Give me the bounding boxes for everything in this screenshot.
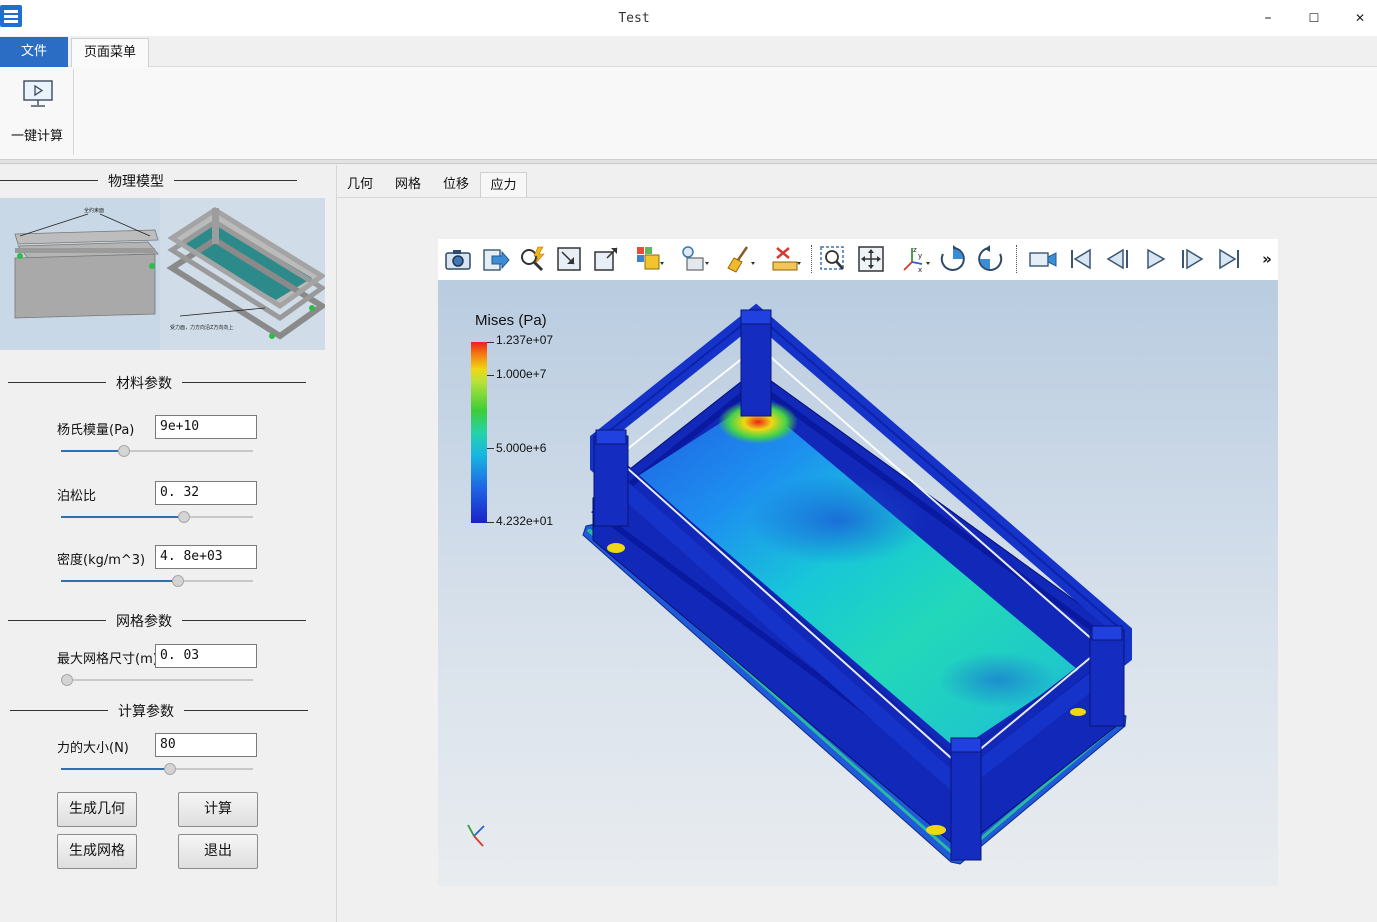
- orientation-axes-icon: [467, 824, 485, 847]
- menu-file[interactable]: 文件: [0, 37, 68, 67]
- maximize-button[interactable]: ☐: [1291, 4, 1337, 32]
- mesh-params-title: 网格参数: [106, 611, 182, 631]
- rotate-cw-icon[interactable]: [938, 244, 968, 274]
- force-input[interactable]: 80: [155, 733, 257, 757]
- slider-handle[interactable]: [172, 575, 185, 587]
- thumbnail-bottom-note: 受力面，力方向沿Z方向向上: [170, 324, 233, 331]
- poisson-ratio-input[interactable]: 0. 32: [155, 481, 257, 505]
- force-label: 力的大小(N): [57, 741, 129, 756]
- app-window: Test – ☐ ✕ 文件 页面菜单 一键计算 物理模型 全约束面 受力面，力方…: [0, 0, 1377, 922]
- axes-icon[interactable]: z y x: [900, 244, 930, 274]
- ribbon-separator: [73, 69, 74, 155]
- force-slider[interactable]: [61, 762, 253, 776]
- minimize-button[interactable]: –: [1245, 4, 1291, 32]
- slider-handle[interactable]: [118, 445, 131, 457]
- svg-text:y: y: [918, 252, 922, 260]
- render-toolbar: z y x »: [438, 239, 1278, 280]
- slider-handle[interactable]: [60, 674, 73, 686]
- parameter-panel: 物理模型 全约束面 受力面，力方向沿Z方向向上 材料参数 杨氏模量(Pa) 9e…: [0, 165, 336, 922]
- tab-displacement[interactable]: 位移: [433, 172, 479, 198]
- ribbon: 一键计算: [0, 67, 1377, 160]
- one-click-compute-label: 一键计算: [10, 129, 63, 144]
- ruler-icon[interactable]: [771, 244, 801, 274]
- mesh-params-header: 网格参数: [8, 611, 308, 631]
- zoom-box-icon[interactable]: [818, 244, 848, 274]
- compute-params-header: 计算参数: [10, 701, 310, 721]
- render-viewport[interactable]: Mises (Pa) 1.237e+07 1.000e+7 5.000e+6 4…: [438, 280, 1278, 886]
- density-label: 密度(kg/m^3): [57, 553, 146, 568]
- camera-record-icon[interactable]: [1028, 244, 1058, 274]
- max-mesh-size-input[interactable]: 0. 03: [155, 644, 257, 668]
- lighting-icon[interactable]: [679, 244, 709, 274]
- youngs-modulus-input[interactable]: 9e+10: [155, 415, 257, 439]
- poisson-ratio-label: 泊松比: [57, 489, 97, 504]
- max-mesh-size-slider[interactable]: [60, 673, 253, 687]
- one-click-compute-button[interactable]: 一键计算: [4, 73, 70, 144]
- clear-icon[interactable]: [725, 244, 755, 274]
- first-frame-icon[interactable]: [1066, 244, 1096, 274]
- youngs-modulus-slider[interactable]: [61, 444, 253, 458]
- physical-model-header: 物理模型: [0, 171, 300, 191]
- query-icon[interactable]: [517, 244, 547, 274]
- menu-page-tab[interactable]: 页面菜单: [71, 38, 149, 68]
- compute-button[interactable]: 计算: [178, 792, 258, 827]
- model-thumbnail-image: 全约束面 受力面，力方向沿Z方向向上: [0, 198, 325, 350]
- monitor-play-icon: [23, 80, 53, 107]
- slider-handle[interactable]: [177, 511, 190, 523]
- prev-frame-icon[interactable]: [1103, 244, 1133, 274]
- tab-mesh[interactable]: 网格: [385, 172, 431, 198]
- generate-geometry-button[interactable]: 生成几何: [57, 792, 137, 827]
- stress-model-render: [467, 303, 1132, 865]
- play-icon[interactable]: [1140, 244, 1170, 274]
- thumbnail-top-note: 全约束面: [84, 207, 104, 214]
- ribbon-border: [0, 160, 1377, 164]
- last-frame-icon[interactable]: [1214, 244, 1244, 274]
- close-button[interactable]: ✕: [1337, 4, 1377, 32]
- slider-handle[interactable]: [164, 763, 177, 775]
- exit-button[interactable]: 退出: [178, 834, 258, 869]
- physical-model-title: 物理模型: [98, 171, 174, 191]
- poisson-ratio-slider[interactable]: [61, 510, 253, 524]
- svg-text:x: x: [918, 266, 922, 274]
- tab-stress[interactable]: 应力: [480, 172, 527, 198]
- physical-model-thumbnail: 全约束面 受力面，力方向沿Z方向向上: [0, 198, 325, 350]
- density-input[interactable]: 4. 8e+03: [155, 545, 257, 569]
- toolbar-separator: [1016, 245, 1017, 273]
- window-title: Test: [618, 11, 650, 26]
- compute-params-title: 计算参数: [108, 701, 184, 721]
- toolbar-separator: [811, 245, 812, 273]
- next-frame-icon[interactable]: [1177, 244, 1207, 274]
- density-slider[interactable]: [61, 574, 253, 588]
- max-mesh-size-label: 最大网格尺寸(m): [57, 652, 158, 667]
- svg-text:z: z: [913, 246, 917, 254]
- youngs-modulus-label: 杨氏模量(Pa): [57, 423, 135, 438]
- maximize-icon[interactable]: [591, 244, 621, 274]
- reset-zoom-icon[interactable]: [554, 244, 584, 274]
- representation-icon[interactable]: [634, 244, 664, 274]
- material-params-title: 材料参数: [106, 373, 182, 393]
- rotate-ccw-icon[interactable]: [975, 244, 1005, 274]
- menu-bar: 文件 页面菜单: [0, 37, 1377, 68]
- toolbar-more-button[interactable]: »: [1260, 249, 1274, 269]
- export-icon[interactable]: [480, 244, 510, 274]
- title-bar: Test – ☐ ✕: [0, 0, 1377, 36]
- tab-geometry[interactable]: 几何: [337, 172, 383, 198]
- material-params-header: 材料参数: [8, 373, 308, 393]
- generate-mesh-button[interactable]: 生成网格: [57, 834, 137, 869]
- zoom-fit-icon[interactable]: [856, 244, 886, 274]
- camera-icon[interactable]: [443, 244, 473, 274]
